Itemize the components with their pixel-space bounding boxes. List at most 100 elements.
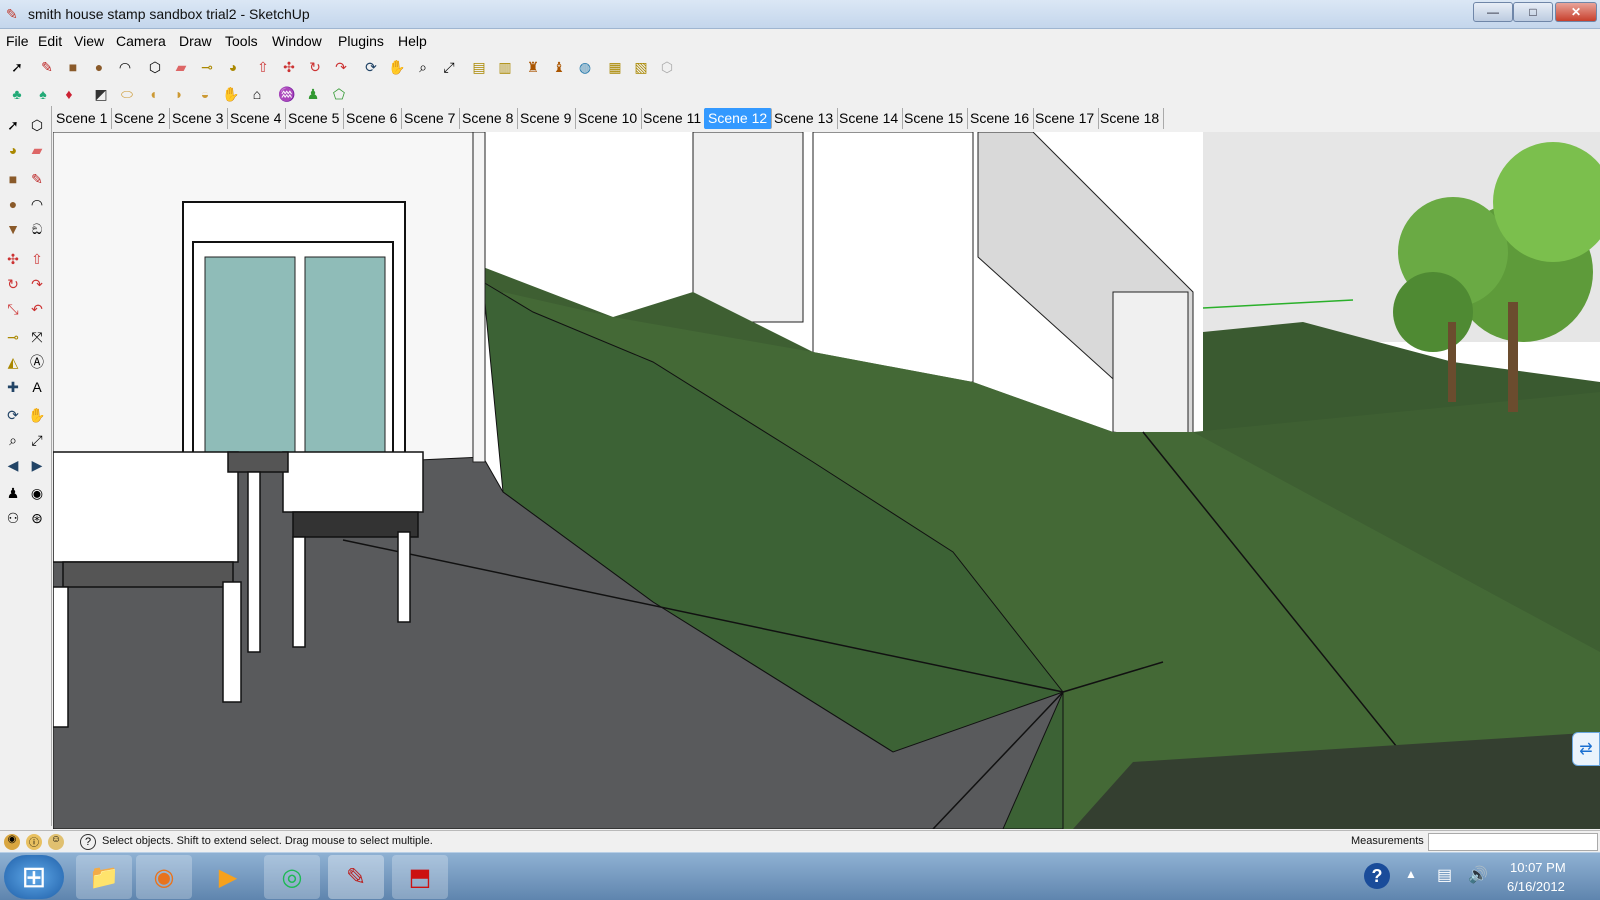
line-tool-icon[interactable]: ✎: [26, 168, 48, 190]
text-tool-icon[interactable]: Ⓐ: [26, 351, 48, 373]
follow-me-icon[interactable]: ↷: [26, 273, 48, 295]
previous-view-icon[interactable]: ◀: [2, 454, 24, 476]
menu-tools[interactable]: Tools: [225, 33, 258, 49]
help-tray-icon[interactable]: ?: [1364, 863, 1390, 889]
orbit-tool-icon[interactable]: ⟳: [360, 56, 382, 78]
walk-icon[interactable]: ♒: [276, 83, 298, 105]
eraser-tool-icon[interactable]: ▰: [170, 56, 192, 78]
hand-icon[interactable]: ✋: [220, 83, 242, 105]
photo-textures-icon[interactable]: ▦: [604, 56, 626, 78]
instructor-help-icon[interactable]: ?: [80, 834, 96, 850]
spotify-taskbar-icon[interactable]: ◎: [264, 855, 320, 899]
smoove-tool-icon[interactable]: ♦: [58, 83, 80, 105]
minimize-button[interactable]: —: [1473, 2, 1513, 22]
axes-tool-icon[interactable]: ✚: [2, 376, 24, 398]
menu-help[interactable]: Help: [398, 33, 427, 49]
walk-tool-icon[interactable]: ⚇: [2, 507, 24, 529]
position-camera-icon[interactable]: ♟: [302, 83, 324, 105]
tab-scene-2[interactable]: Scene 2: [110, 108, 171, 129]
tab-scene-5[interactable]: Scene 5: [284, 108, 345, 129]
arc-tool-icon[interactable]: ◠: [26, 193, 48, 215]
position-camera-icon[interactable]: ♟: [2, 482, 24, 504]
tab-scene-13[interactable]: Scene 13: [770, 108, 839, 129]
menu-file[interactable]: File: [6, 33, 29, 49]
tab-scene-16[interactable]: Scene 16: [966, 108, 1035, 129]
3d-viewport[interactable]: ⇄: [53, 132, 1600, 829]
rotate-tool-icon[interactable]: ↻: [2, 273, 24, 295]
zoom-tool-icon[interactable]: ⌕: [2, 429, 24, 451]
media-player-taskbar-icon[interactable]: ▶: [200, 855, 256, 899]
line-tool-icon[interactable]: ✎: [36, 56, 58, 78]
zoom-tool-icon[interactable]: ⌕: [412, 56, 434, 78]
tape-measure-icon[interactable]: ⊸: [2, 326, 24, 348]
explorer-taskbar-icon[interactable]: 📁: [76, 855, 132, 899]
zoom-window-icon[interactable]: ⤢: [26, 429, 48, 451]
teamviewer-tab-icon[interactable]: ⇄: [1572, 732, 1600, 766]
tab-scene-9[interactable]: Scene 9: [516, 108, 577, 129]
push-pull-icon[interactable]: ⇧: [26, 248, 48, 270]
paint-bucket-icon[interactable]: ◕: [2, 139, 24, 161]
menu-view[interactable]: View: [74, 33, 104, 49]
circle-tool-icon[interactable]: ●: [2, 193, 24, 215]
geo-location-icon[interactable]: ◉: [4, 834, 20, 850]
firefox-taskbar-icon[interactable]: ◉: [136, 855, 192, 899]
menu-edit[interactable]: Edit: [38, 33, 62, 49]
rotate-tool-icon[interactable]: ↻: [304, 56, 326, 78]
scale-tool-icon[interactable]: ⤡: [2, 298, 24, 320]
get-models-icon[interactable]: ▧: [630, 56, 652, 78]
sandbox-contours-icon[interactable]: ♣: [6, 83, 28, 105]
eraser-tool-icon[interactable]: ▰: [26, 139, 48, 161]
drape-tool-icon[interactable]: ⬭: [116, 83, 138, 105]
polygon-tool-icon[interactable]: ▼: [2, 218, 24, 240]
user-icon[interactable]: ☺: [48, 834, 64, 850]
tab-scene-15[interactable]: Scene 15: [900, 108, 969, 129]
section-plane-icon[interactable]: ⊛: [26, 507, 48, 529]
pan-tool-icon[interactable]: ✋: [26, 404, 48, 426]
zoom-extents-icon[interactable]: ⤢: [438, 56, 460, 78]
sandbox-scratch-icon[interactable]: ♠: [32, 83, 54, 105]
follow-me-icon[interactable]: ↷: [330, 56, 352, 78]
pan-tool-icon[interactable]: ✋: [386, 56, 408, 78]
look-around-icon[interactable]: ◉: [26, 482, 48, 504]
close-button[interactable]: ✕: [1555, 2, 1597, 22]
house-icon[interactable]: ⌂: [246, 83, 268, 105]
components-icon[interactable]: ♜: [522, 56, 544, 78]
next-view-icon[interactable]: ▶: [26, 454, 48, 476]
share-component-icon[interactable]: ⬡: [656, 56, 678, 78]
offset-tool-icon[interactable]: ↶: [26, 298, 48, 320]
credits-icon[interactable]: ⓘ: [26, 834, 42, 850]
tab-scene-3[interactable]: Scene 3: [168, 108, 229, 129]
extension-icon[interactable]: ♝: [548, 56, 570, 78]
show-hidden-icons-icon[interactable]: ▲: [1405, 867, 1417, 881]
dimension-tool-icon[interactable]: ⤧: [26, 326, 48, 348]
tab-scene-6[interactable]: Scene 6: [342, 108, 403, 129]
tab-scene-1[interactable]: Scene 1: [52, 108, 113, 129]
share-model-icon[interactable]: ▥: [494, 56, 516, 78]
menu-camera[interactable]: Camera: [116, 33, 166, 49]
sketchup-taskbar-icon[interactable]: ✎: [328, 855, 384, 899]
protractor-icon[interactable]: ◭: [2, 351, 24, 373]
clock-date[interactable]: 6/16/2012: [1507, 879, 1565, 894]
measurements-input[interactable]: [1428, 833, 1598, 851]
clock-time[interactable]: 10:07 PM: [1510, 860, 1566, 875]
menu-plugins[interactable]: Plugins: [338, 33, 384, 49]
tab-scene-7[interactable]: Scene 7: [400, 108, 461, 129]
tab-scene-12[interactable]: Scene 12: [704, 108, 773, 129]
rectangle-tool-icon[interactable]: ■: [2, 168, 24, 190]
arc-tool-icon[interactable]: ◠: [114, 56, 136, 78]
volume-icon[interactable]: 🔊: [1468, 865, 1488, 885]
adobe-reader-taskbar-icon[interactable]: ⬒: [392, 855, 448, 899]
tab-scene-4[interactable]: Scene 4: [226, 108, 287, 129]
tab-scene-11[interactable]: Scene 11: [639, 108, 707, 129]
rectangle-tool-icon[interactable]: ■: [62, 56, 84, 78]
flip-edge-icon[interactable]: ◗: [168, 83, 190, 105]
tab-scene-17[interactable]: Scene 17: [1031, 108, 1100, 129]
paint-bucket-icon[interactable]: ◕: [222, 56, 244, 78]
move-tool-icon[interactable]: ✣: [2, 248, 24, 270]
3d-text-icon[interactable]: A: [26, 376, 48, 398]
circle-tool-icon[interactable]: ●: [88, 56, 110, 78]
freehand-tool-icon[interactable]: ඞ: [26, 218, 48, 240]
stamp-tool-icon[interactable]: ◩: [90, 83, 112, 105]
move-tool-icon[interactable]: ✣: [278, 56, 300, 78]
look-around-icon[interactable]: ⬠: [328, 83, 350, 105]
